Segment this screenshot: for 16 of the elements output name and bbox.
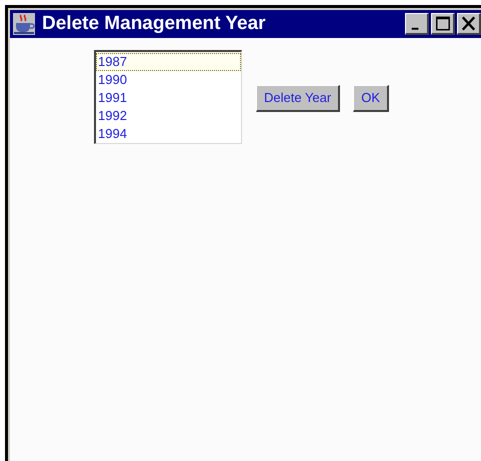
close-icon [462,16,476,30]
maximize-button[interactable] [431,13,455,35]
coffee-cup-icon [13,13,35,35]
minimize-button[interactable] [405,13,429,35]
minimize-icon [412,27,418,30]
dialog-button[interactable]: Delete Year [256,85,340,112]
window-title: Delete Management Year [42,12,266,36]
maximize-icon [436,16,450,30]
list-item[interactable]: 1994 [96,125,241,143]
close-button[interactable] [457,13,481,35]
list-item[interactable]: 1990 [96,71,241,89]
dialog-button[interactable]: OK [353,85,390,112]
year-list[interactable]: 1987 1990 1991 1992 1994 [94,50,242,144]
list-item[interactable]: 1987 [96,53,241,71]
list-item[interactable]: 1991 [96,89,241,107]
list-item[interactable]: 1992 [96,107,241,125]
